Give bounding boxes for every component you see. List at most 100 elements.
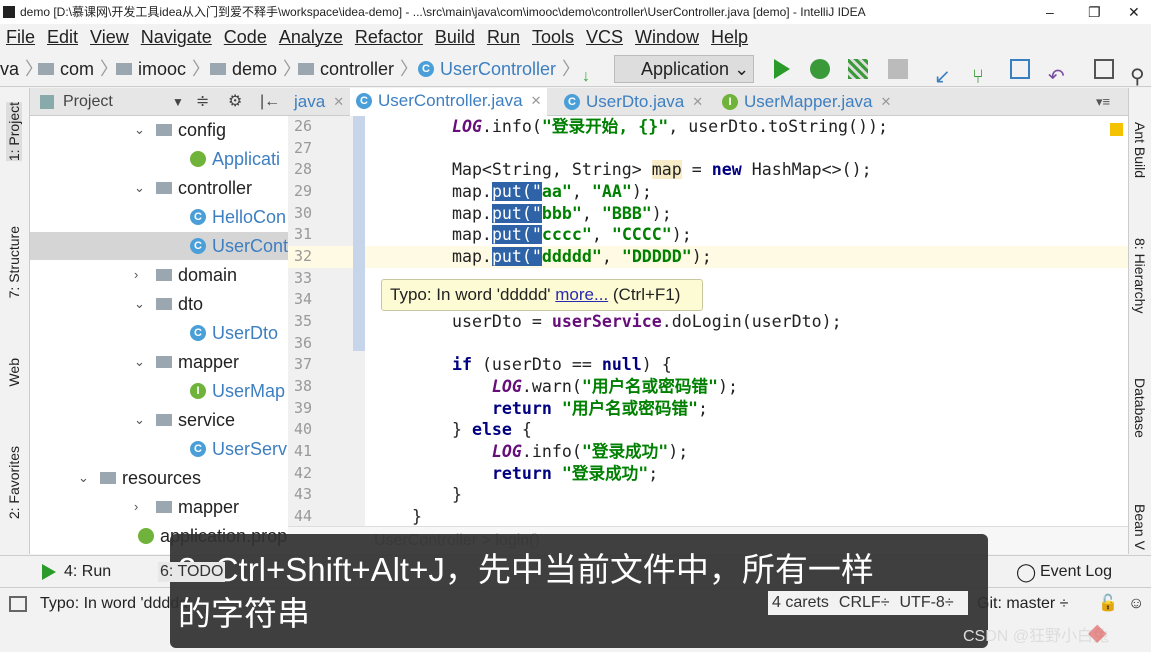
event-log-button[interactable]: Event Log <box>1040 556 1112 588</box>
tab-java[interactable]: java ✕ <box>288 88 350 116</box>
chevron-down-icon[interactable]: ⌄ <box>134 406 156 434</box>
encoding[interactable]: UTF-8÷ <box>899 594 953 611</box>
typo-tooltip: Typo: In word 'ddddd' more... (Ctrl+F1) <box>381 279 703 311</box>
tab-usermapper-java[interactable]: I UserMapper.java ✕ <box>716 88 897 116</box>
tree-item[interactable]: C UserCont <box>30 232 288 260</box>
tab-usercontroller-java[interactable]: C UserController.java ✕ <box>350 87 548 116</box>
database-tool-button[interactable]: Database <box>1132 378 1148 438</box>
interface-icon: I <box>190 383 206 399</box>
project-tool-button[interactable]: 1: Project <box>6 102 22 162</box>
tab-label: java <box>294 92 326 111</box>
collapse-icon[interactable]: ≑ <box>196 88 209 116</box>
close-tab-icon[interactable]: ✕ <box>692 88 703 116</box>
search-icon[interactable]: ⚲ <box>1130 59 1150 88</box>
chevron-right-icon[interactable]: › <box>134 261 156 289</box>
menu-tools[interactable]: Tools <box>532 27 574 47</box>
chevron-down-icon[interactable]: ⌄ <box>134 290 156 318</box>
menu-build[interactable]: Build <box>435 27 475 47</box>
chevron-down-icon[interactable]: ⌄ <box>134 116 156 144</box>
crumb-imooc[interactable]: imooc 〉 <box>116 51 216 87</box>
chevron-down-icon[interactable]: ⌄ <box>134 348 156 376</box>
menu-help[interactable]: Help <box>711 27 748 47</box>
line-number: 30 <box>294 203 313 222</box>
code-token: LOG <box>412 117 482 136</box>
bean-validation-tool-button[interactable]: Bean V <box>1132 504 1148 550</box>
code-token: return <box>491 463 552 483</box>
menu-window[interactable]: Window <box>635 27 699 47</box>
menu-refactor[interactable]: Refactor <box>355 27 423 47</box>
close-tab-icon[interactable]: ✕ <box>531 87 542 115</box>
code-line: map.put("bbb", "BBB"); <box>412 203 672 225</box>
close-tab-icon[interactable]: ✕ <box>881 88 892 116</box>
inspector-icon[interactable]: ☺ <box>1128 588 1144 620</box>
tab-list-icon[interactable]: ▾≡ <box>1096 88 1110 116</box>
ant-build-tool-button[interactable]: Ant Build <box>1132 122 1148 178</box>
menu-code[interactable]: Code <box>224 27 267 47</box>
warning-marker-icon[interactable] <box>1110 123 1123 136</box>
menu-file[interactable]: File <box>6 27 35 47</box>
code-token: put(" <box>491 203 542 223</box>
more-link[interactable]: more... <box>555 285 608 304</box>
run-tool-button[interactable]: 4: Run <box>64 556 111 588</box>
code-token: map. <box>412 203 492 223</box>
git-branch[interactable]: Git: master ÷ <box>977 588 1068 620</box>
restore-button[interactable]: ❐ <box>1088 0 1101 24</box>
gear-icon[interactable]: ⚙ <box>228 88 242 116</box>
vcs-update-icon[interactable]: ↙ <box>934 59 954 88</box>
project-structure-icon[interactable] <box>1094 59 1114 79</box>
coverage-icon[interactable] <box>848 59 868 79</box>
chevron-down-icon[interactable]: ⌄ <box>134 174 156 202</box>
run-configuration-select[interactable]: Application ⌄ <box>614 55 754 83</box>
hide-panel-icon[interactable]: |← <box>260 88 280 116</box>
menu-vcs[interactable]: VCS <box>586 27 623 47</box>
line-separator[interactable]: CRLF÷ <box>839 594 890 611</box>
crumb-controller[interactable]: controller 〉 <box>298 51 424 87</box>
web-tool-button[interactable]: Web <box>6 358 22 387</box>
code-line: Map<String, String> map = new HashMap<>(… <box>412 159 872 181</box>
spring-icon <box>138 528 154 544</box>
lock-icon[interactable]: 🔓 <box>1098 588 1118 620</box>
debug-icon[interactable] <box>810 59 830 79</box>
chevron-right-icon[interactable]: › <box>134 493 156 521</box>
crumb-com[interactable]: com 〉 <box>38 51 124 87</box>
vcs-history-icon[interactable] <box>1010 59 1030 79</box>
code-token: aa" <box>541 182 572 201</box>
dropdown-icon[interactable]: ▼ <box>172 88 184 116</box>
chevron-down-icon[interactable]: ⌄ <box>78 464 100 492</box>
todo-tool-button[interactable]: 6: TODO <box>158 562 226 582</box>
menu-edit[interactable]: Edit <box>47 27 78 47</box>
navigation-bar: va 〉 com 〉 imooc 〉 demo 〉 controller 〉 C UserC… <box>0 51 1151 88</box>
menu-view[interactable]: View <box>90 27 129 47</box>
crumb-usercontroller[interactable]: C UserController 〉 <box>418 51 586 87</box>
code-line: } else { <box>412 419 532 441</box>
favorites-tool-button[interactable]: 2: Favorites <box>6 446 22 519</box>
hierarchy-tool-button[interactable]: 8: Hierarchy <box>1132 238 1148 313</box>
folder-icon <box>156 269 172 281</box>
project-view-select[interactable]: Project <box>63 88 113 116</box>
menu-navigate[interactable]: Navigate <box>141 27 212 47</box>
structure-tool-button[interactable]: 7: Structure <box>6 226 22 298</box>
sort-icon[interactable]: ↓ <box>582 59 602 85</box>
code-token: if <box>451 355 472 375</box>
change-marker <box>353 116 365 351</box>
code-editor[interactable]: LOG.info("登录开始, {}", userDto.toString())… <box>365 116 1128 526</box>
minimize-button[interactable]: – <box>1046 0 1054 24</box>
code-token: userService <box>551 312 662 332</box>
vcs-commit-icon[interactable]: ⑂ <box>972 59 992 88</box>
revert-icon[interactable]: ↶ <box>1048 59 1068 88</box>
code-token: .info( <box>481 117 542 136</box>
crumb-label: imooc <box>138 59 187 79</box>
menu-analyze[interactable]: Analyze <box>279 27 343 47</box>
folder-icon <box>156 414 172 426</box>
menu-run[interactable]: Run <box>487 27 520 47</box>
close-button[interactable]: ✕ <box>1128 0 1140 24</box>
stop-icon[interactable] <box>888 59 908 79</box>
code-token: "登录成功" <box>581 442 669 462</box>
run-icon[interactable] <box>774 59 790 79</box>
tab-userdto-java[interactable]: C UserDto.java ✕ <box>558 88 709 116</box>
close-tab-icon[interactable]: ✕ <box>333 88 344 116</box>
crumb-demo[interactable]: demo 〉 <box>210 51 307 87</box>
run-icon <box>42 564 56 580</box>
toggle-tool-windows-icon[interactable] <box>9 596 27 612</box>
